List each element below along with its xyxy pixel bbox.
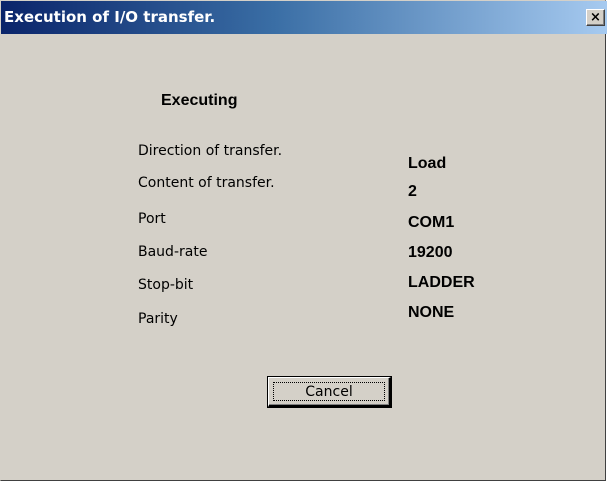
parity-value: NONE — [408, 304, 455, 321]
port-value: COM1 — [408, 214, 455, 231]
content-value: 2 — [408, 183, 417, 200]
direction-label: Direction of transfer. — [138, 143, 283, 159]
direction-value: Load — [408, 155, 447, 172]
baud-rate-label: Baud-rate — [138, 244, 208, 260]
close-icon: × — [590, 10, 601, 25]
parity-label: Parity — [138, 311, 178, 327]
cancel-button[interactable]: Cancel — [268, 377, 391, 407]
close-button[interactable]: × — [586, 9, 605, 26]
content-label: Content of transfer. — [138, 175, 275, 191]
title-bar[interactable]: Execution of I/O transfer. × — [1, 1, 607, 34]
stop-bit-value: LADDER — [408, 274, 475, 291]
status-heading: Executing — [161, 92, 238, 109]
cancel-button-label: Cancel — [273, 382, 385, 401]
window-title: Execution of I/O transfer. — [4, 8, 216, 26]
port-label: Port — [138, 211, 166, 227]
io-transfer-dialog: Execution of I/O transfer. × Executing D… — [0, 0, 607, 481]
stop-bit-label: Stop-bit — [138, 277, 194, 293]
baud-rate-value: 19200 — [408, 244, 453, 261]
